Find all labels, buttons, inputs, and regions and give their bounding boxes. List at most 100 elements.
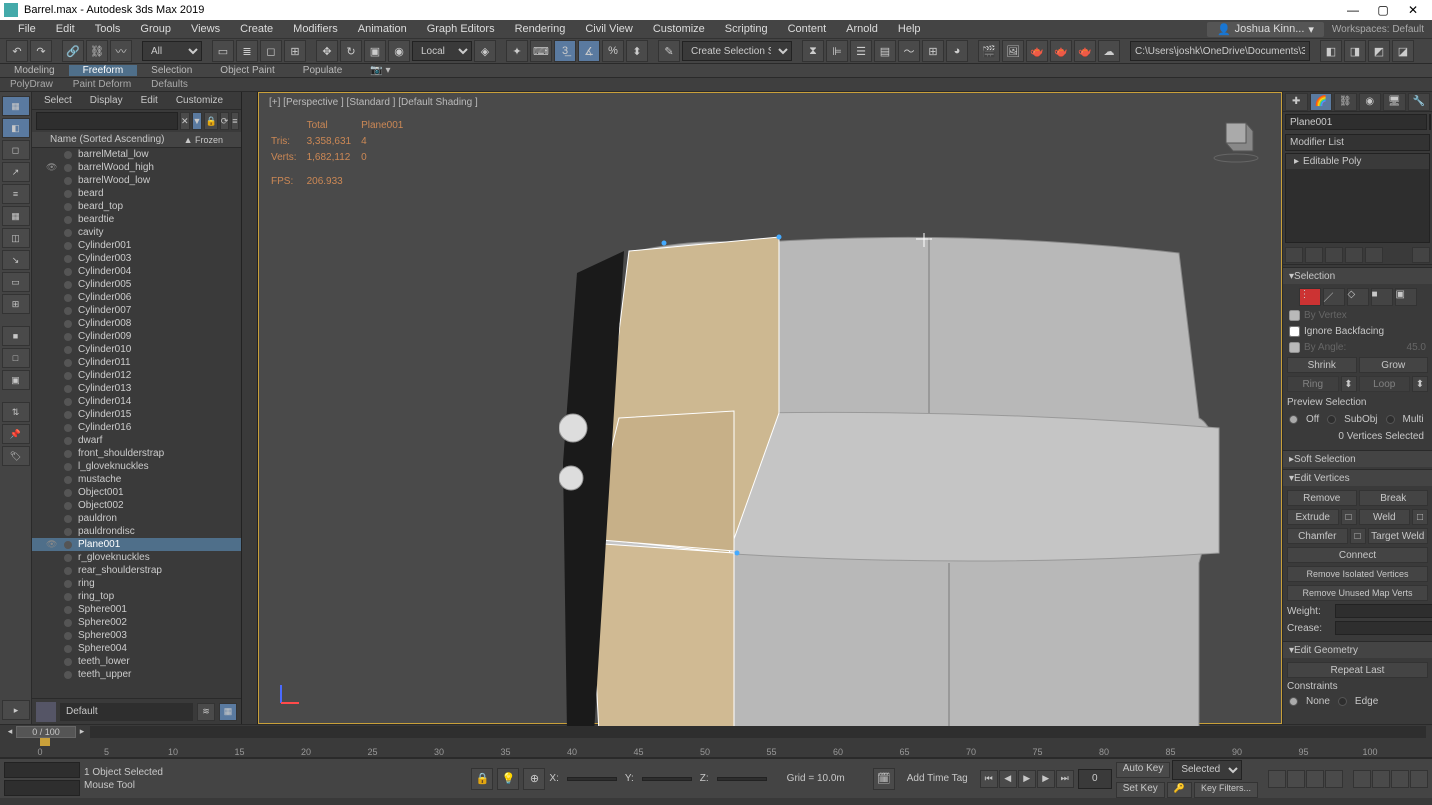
zoom-all-icon[interactable] (1287, 770, 1305, 788)
explorer-item[interactable]: ring_top (32, 590, 241, 603)
goto-start-icon[interactable]: ⏮ (980, 770, 998, 788)
object-color-swatch[interactable] (1429, 114, 1431, 130)
layer-color-swatch[interactable] (36, 702, 56, 722)
window-crossing-button[interactable]: ⊞ (284, 40, 306, 62)
select-move-button[interactable]: ✥ (316, 40, 338, 62)
menu-customize[interactable]: Customize (643, 23, 715, 35)
slider-next-icon[interactable]: ▸ (76, 726, 88, 737)
explorer-menu-display[interactable]: Display (82, 95, 131, 106)
viewcube[interactable] (1211, 113, 1261, 163)
preview-multi-radio[interactable] (1386, 415, 1395, 424)
edit-named-selection-button[interactable]: ✎ (658, 40, 680, 62)
weld-button[interactable]: Weld (1359, 509, 1411, 525)
keyframe-marker[interactable] (40, 738, 50, 746)
preview-frame-2[interactable] (4, 780, 80, 796)
layer-properties-icon[interactable]: ▦ (219, 703, 237, 721)
menu-views[interactable]: Views (181, 23, 230, 35)
explorer-item[interactable]: Cylinder016 (32, 421, 241, 434)
toggle-ribbon-button[interactable]: ▤ (874, 40, 896, 62)
goto-end-icon[interactable]: ⏭ (1056, 770, 1074, 788)
explorer-item[interactable]: barrelMetal_low (32, 148, 241, 161)
maximize-viewport-icon[interactable] (1410, 770, 1428, 788)
preview-frame-1[interactable] (4, 762, 80, 778)
preview-off-radio[interactable] (1289, 415, 1298, 424)
remove-isolated-button[interactable]: Remove Isolated Vertices (1287, 566, 1428, 582)
rollout-soft-selection-header[interactable]: ▸ Soft Selection (1283, 451, 1432, 467)
explorer-item[interactable]: r_gloveknuckles (32, 551, 241, 564)
crease-input[interactable] (1335, 621, 1432, 635)
substance-button-3[interactable]: ◩ (1368, 40, 1390, 62)
lock-selection-icon[interactable]: 🔒 (471, 768, 493, 790)
time-tag-icon[interactable]: 🗓 (873, 768, 895, 790)
absolute-mode-icon[interactable]: ⊕ (523, 768, 545, 790)
render-production-button[interactable]: 🫖 (1026, 40, 1048, 62)
explorer-item[interactable]: ring (32, 577, 241, 590)
material-editor-button[interactable]: ◕ (946, 40, 968, 62)
modifier-list-dropdown[interactable]: Modifier List (1285, 134, 1430, 151)
menu-animation[interactable]: Animation (348, 23, 417, 35)
render-activeshade-button[interactable]: 🫖 (1074, 40, 1096, 62)
setkey-button[interactable]: Set Key (1116, 782, 1165, 798)
pin-stack-icon[interactable] (1285, 247, 1303, 263)
bind-spacewarp-button[interactable]: 〰 (110, 40, 132, 62)
play-icon[interactable]: ▶ (1018, 770, 1036, 788)
ribbon-tab-selection[interactable]: Selection (137, 65, 206, 76)
explorer-clear-icon[interactable]: ✕ (180, 112, 190, 130)
menu-create[interactable]: Create (230, 23, 283, 35)
ribbon-tab-modeling[interactable]: Modeling (0, 65, 69, 76)
tag-icon[interactable]: 🏷 (2, 446, 30, 466)
ribbon-tab-populate[interactable]: Populate (289, 65, 356, 76)
select-rotate-button[interactable]: ↻ (340, 40, 362, 62)
explorer-object-list[interactable]: barrelMetal_low👁barrelWood_highbarrelWoo… (32, 148, 241, 698)
explorer-item[interactable]: 👁Plane001 (32, 538, 241, 551)
light-filter-icon[interactable]: ≡ (2, 184, 30, 204)
object-name-input[interactable] (1285, 114, 1427, 130)
border-subobj-button[interactable]: ◇ (1347, 288, 1369, 306)
angle-snap-button[interactable]: ∡ (578, 40, 600, 62)
autokey-button[interactable]: Auto Key (1116, 762, 1171, 778)
utilities-tab-icon[interactable]: 🔧 (1408, 93, 1431, 111)
time-slider-thumb[interactable]: 0 / 100 (16, 726, 76, 738)
explorer-item[interactable]: mustache (32, 473, 241, 486)
time-ruler[interactable]: 0510152025303540455055606570758085909510… (0, 738, 1432, 758)
remove-unused-button[interactable]: Remove Unused Map Verts (1287, 585, 1428, 601)
menu-modifiers[interactable]: Modifiers (283, 23, 348, 35)
project-path-input[interactable] (1130, 41, 1310, 61)
isolate-selection-icon[interactable]: 💡 (497, 768, 519, 790)
select-object-button[interactable]: ▭ (212, 40, 234, 62)
shape-filter-icon[interactable]: ↗ (2, 162, 30, 182)
slider-prev-icon[interactable]: ◂ (4, 726, 16, 737)
rectangle-region-button[interactable]: ◻ (260, 40, 282, 62)
select-place-button[interactable]: ◉ (388, 40, 410, 62)
explorer-item[interactable]: teeth_upper (32, 668, 241, 681)
explorer-item[interactable]: Cylinder011 (32, 356, 241, 369)
substance-button-4[interactable]: ◪ (1392, 40, 1414, 62)
snap-toggle-button[interactable]: 3̲ (554, 40, 576, 62)
explorer-item[interactable]: Cylinder009 (32, 330, 241, 343)
substance-button-2[interactable]: ◨ (1344, 40, 1366, 62)
explorer-search-input[interactable] (36, 112, 178, 130)
next-frame-icon[interactable]: ▶ (1037, 770, 1055, 788)
element-subobj-button[interactable]: ▣ (1395, 288, 1417, 306)
container-filter-icon[interactable]: ⊞ (2, 294, 30, 314)
menu-file[interactable]: File (8, 23, 46, 35)
select-manipulate-button[interactable]: ✦ (506, 40, 528, 62)
create-tab-icon[interactable]: ✚ (1285, 93, 1308, 111)
explorer-item[interactable]: beardtie (32, 213, 241, 226)
explorer-item[interactable]: Sphere002 (32, 616, 241, 629)
add-time-tag-button[interactable]: Add Time Tag (899, 773, 976, 784)
spacewarp-filter-icon[interactable]: ↘ (2, 250, 30, 270)
visibility-toggle-icon[interactable]: 👁 (46, 539, 58, 550)
constraint-none-radio[interactable] (1289, 697, 1298, 706)
display-tab-icon[interactable]: 🖥 (1383, 93, 1406, 111)
explorer-item[interactable]: Object002 (32, 499, 241, 512)
remove-modifier-icon[interactable] (1345, 247, 1363, 263)
chamfer-settings-icon[interactable]: □ (1350, 528, 1366, 544)
menu-tools[interactable]: Tools (85, 23, 131, 35)
camera-filter-icon[interactable]: ▦ (2, 206, 30, 226)
ribbon-sub-polydraw[interactable]: PolyDraw (0, 79, 63, 90)
key-filter-dropdown[interactable]: Selected (1172, 760, 1242, 780)
sort-icon[interactable]: ⇅ (2, 402, 30, 422)
explorer-lock-icon[interactable]: 🔒 (204, 112, 217, 130)
explorer-item[interactable]: beard (32, 187, 241, 200)
